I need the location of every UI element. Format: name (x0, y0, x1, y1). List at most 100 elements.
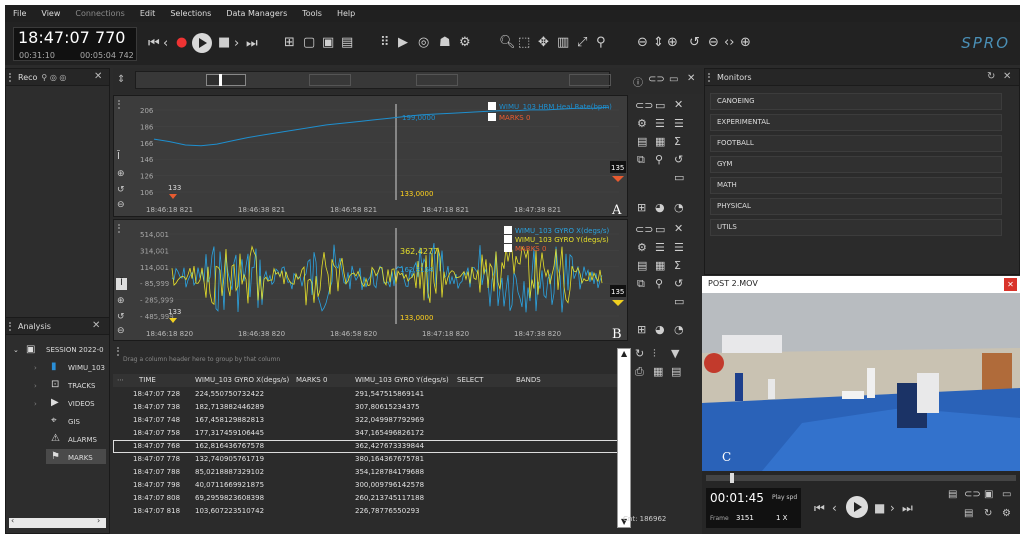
export-icon[interactable]: ▦ (655, 135, 665, 148)
zoom-in-icon[interactable]: ⊕ (667, 36, 678, 50)
zoom-in-icon[interactable]: ⊕ (117, 296, 125, 306)
gauge-icon[interactable]: ◔ (674, 201, 684, 214)
list-icon[interactable]: ☰ (655, 117, 665, 130)
gear-icon[interactable]: ⚙ (637, 117, 647, 130)
save-icon[interactable]: ▣ (984, 489, 993, 500)
export-icon[interactable]: ▦ (655, 259, 665, 272)
comment-icon[interactable]: ▤ (637, 135, 647, 148)
list-detail-icon[interactable]: ☰ (674, 241, 684, 254)
table-row[interactable]: 18:47:07 798 40,0711669921875 300,00979614… (113, 479, 618, 492)
close-icon[interactable]: ✕ (1003, 71, 1011, 82)
video-play-button[interactable] (846, 496, 868, 518)
time-fit-icon[interactable]: ‹› (724, 36, 734, 50)
duplicate-icon[interactable]: ⧉ (637, 153, 645, 167)
gauge-icon[interactable]: ◔ (674, 323, 684, 336)
play-button[interactable] (192, 33, 212, 53)
tree-item-videos[interactable]: VIDEOS (68, 400, 95, 408)
tree-item-session[interactable]: SESSION 2022-0 (46, 346, 104, 354)
tree-item-marks[interactable]: MARKS (68, 454, 93, 462)
seek-handle[interactable] (730, 473, 734, 483)
col-header-gyro-x[interactable]: WIMU_103 GYRO X(degs/s) (195, 374, 289, 387)
table-icon[interactable]: ⊞ (637, 323, 646, 336)
file-icon[interactable]: ▤ (948, 489, 957, 500)
reset-icon[interactable]: ↺ (117, 185, 125, 195)
gear-icon[interactable]: ⚙ (459, 36, 471, 50)
user-icon[interactable]: ⚲ (655, 277, 663, 290)
team-icon[interactable]: ☗ (439, 36, 451, 50)
list-detail-icon[interactable]: ☰ (674, 117, 684, 130)
refresh-icon[interactable]: ↻ (635, 347, 644, 360)
timeline-window[interactable] (206, 74, 246, 86)
table-row[interactable]: 18:47:07 778 132,740905761719 380,16436767… (113, 453, 618, 466)
search-icon[interactable]: ⚲ ◎ ◎ (41, 73, 66, 82)
comment-icon[interactable]: ▤ (637, 259, 647, 272)
tree-item-tracks[interactable]: TRACKS (68, 382, 95, 390)
chart-a-svg[interactable]: 206 186 166 146 126 106 18:46:18 821 18:46:38 8… (114, 96, 627, 216)
columns-icon[interactable]: ⫶ (653, 347, 656, 361)
table-row[interactable]: 18:47:07 808 69,2959823608398 260,21374511… (113, 492, 618, 505)
monitor-experimental[interactable]: EXPERIMENTAL (710, 114, 1002, 131)
timeline-toggle-icon[interactable]: ⇕ (117, 74, 125, 85)
grid-icon[interactable]: ⠿ (380, 36, 390, 50)
timeline-playhead[interactable] (219, 74, 222, 86)
history-icon[interactable]: ↺ (674, 153, 683, 166)
zoom-out-icon[interactable]: ⊖ (117, 200, 125, 210)
reset-icon[interactable]: ↺ (689, 36, 700, 50)
cursor-tool-icon[interactable]: Ī (117, 151, 120, 162)
menu-view[interactable]: View (41, 9, 60, 18)
close-video-button[interactable]: ✕ (1004, 278, 1017, 291)
print-icon[interactable]: ⎙ (635, 365, 644, 379)
zoom-icon[interactable]: 🔍︎ (499, 36, 516, 50)
monitor-football[interactable]: FOOTBALL (710, 135, 1002, 152)
skip-end-icon[interactable]: ⏭ (246, 37, 258, 51)
note-icon[interactable]: ▭ (674, 295, 684, 308)
link-icon[interactable]: ⊂⊃ (635, 223, 653, 236)
copy-icon[interactable]: ▭ (655, 99, 665, 112)
clipboard-icon[interactable]: ▤ (671, 365, 681, 378)
list-icon[interactable]: ☰ (655, 241, 665, 254)
filter-icon[interactable]: ▼ (671, 347, 679, 360)
table-icon[interactable]: ⊞ (637, 201, 646, 214)
zoom-out-icon[interactable]: ⊖ (117, 326, 125, 336)
record-icon[interactable]: ● (176, 36, 187, 50)
vertical-scrollbar[interactable]: ▲ ▼ (617, 348, 631, 528)
menu-edit[interactable]: Edit (140, 9, 156, 18)
measure-icon[interactable]: ⤢ (577, 36, 587, 50)
drag-grip-icon[interactable] (117, 347, 120, 356)
menu-connections[interactable]: Connections (75, 9, 124, 18)
video-frame[interactable] (702, 293, 1020, 471)
menu-tools[interactable]: Tools (302, 9, 322, 18)
table-row[interactable]: 18:47:07 728 224,550750732422 291,54751586… (113, 388, 618, 401)
layout-icon[interactable]: ▭ (669, 74, 678, 85)
gear-icon[interactable]: ⚙ (637, 241, 647, 254)
skip-start-icon[interactable]: ⏮ (148, 37, 160, 51)
gear-icon[interactable]: ⚙ (1002, 508, 1011, 519)
monitor-utils[interactable]: UTILS (710, 219, 1002, 236)
table-row[interactable]: 18:47:07 758 177,317459106445 347,16549682… (113, 427, 618, 440)
monitor-math[interactable]: MATH (710, 177, 1002, 194)
sum-icon[interactable]: Σ (674, 259, 681, 272)
next-icon[interactable]: › (234, 37, 239, 51)
info-icon[interactable]: ⓘ (633, 74, 643, 89)
scroll-right-icon[interactable]: › (97, 516, 100, 525)
monitor-gym[interactable]: GYM (710, 156, 1002, 173)
row-menu-icon[interactable]: ⋯ (117, 374, 124, 387)
bars-icon[interactable]: ▥ (557, 36, 569, 50)
window-icon[interactable]: ▭ (1002, 489, 1011, 500)
stop-icon[interactable]: ■ (218, 36, 230, 50)
copy-icon[interactable]: ▭ (655, 223, 665, 236)
pie-icon[interactable]: ◕ (655, 323, 665, 336)
col-header-select[interactable]: SELECT (457, 374, 483, 387)
save-icon[interactable]: ▣ (322, 36, 334, 50)
select-rect-icon[interactable]: ⬚ (518, 36, 530, 50)
collapse-icon[interactable]: › (34, 400, 37, 408)
comment-icon[interactable]: ▤ (964, 508, 973, 519)
skip-start-icon[interactable]: ⏮ (814, 501, 825, 516)
expand-icon[interactable]: ⌄ (13, 346, 19, 354)
close-icon[interactable]: ✕ (92, 320, 100, 331)
close-icon[interactable]: ✕ (674, 98, 683, 111)
next-frame-icon[interactable]: › (890, 501, 895, 515)
collapse-icon[interactable]: › (34, 364, 37, 372)
stop-icon[interactable]: ■ (874, 501, 885, 515)
tree-item-gis[interactable]: GIS (68, 418, 80, 426)
